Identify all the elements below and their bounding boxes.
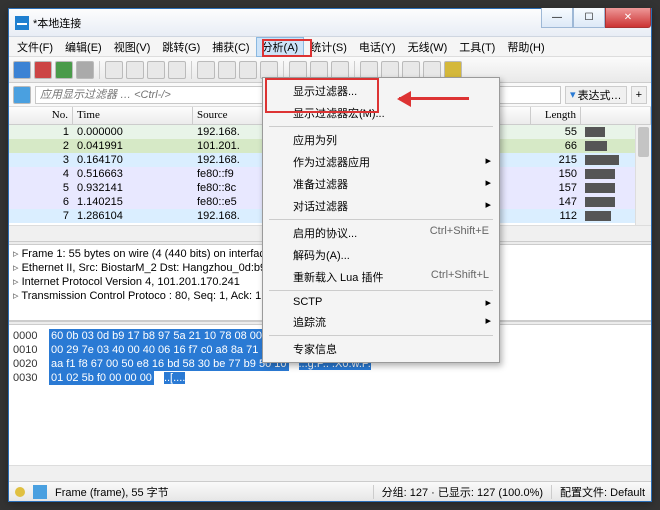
reload-icon[interactable] xyxy=(168,61,186,79)
menu-item[interactable]: 对话过滤器 xyxy=(265,195,497,217)
open-icon[interactable] xyxy=(105,61,123,79)
menubar: 文件(F)编辑(E)视图(V)跳转(G)捕获(C)分析(A)统计(S)电话(Y)… xyxy=(9,37,651,57)
status-frame-text: Frame (frame), 55 字节 xyxy=(55,484,169,500)
toolbar-separator xyxy=(191,61,192,79)
menu-H[interactable]: 帮助(H) xyxy=(501,37,550,57)
menu-V[interactable]: 视图(V) xyxy=(108,37,157,57)
toolbar-separator xyxy=(354,61,355,79)
scrollbar-horizontal[interactable] xyxy=(9,465,651,481)
add-filter-button[interactable]: + xyxy=(631,86,647,104)
toolbar-separator xyxy=(99,61,100,79)
menu-item[interactable]: 专家信息 xyxy=(265,338,497,360)
menu-C[interactable]: 捕获(C) xyxy=(206,37,255,57)
menu-item[interactable]: SCTP xyxy=(265,293,497,311)
first-icon[interactable] xyxy=(289,61,307,79)
normal-size-icon[interactable] xyxy=(423,61,441,79)
menu-S[interactable]: 统计(S) xyxy=(304,37,353,57)
colorize-icon[interactable] xyxy=(360,61,378,79)
menu-item[interactable]: 解码为(A)... xyxy=(265,244,497,266)
close-file-icon[interactable] xyxy=(147,61,165,79)
scrollbar-vertical[interactable] xyxy=(635,125,651,225)
capture-file-icon[interactable] xyxy=(33,485,47,499)
find-icon[interactable] xyxy=(197,61,215,79)
menu-W[interactable]: 无线(W) xyxy=(402,37,454,57)
resize-columns-icon[interactable] xyxy=(444,61,462,79)
analyze-menu-dropdown: 显示过滤器...显示过滤器宏(M)... 应用为列作为过滤器应用准备过滤器对话过滤… xyxy=(262,77,500,363)
col-length[interactable]: Length xyxy=(531,107,581,124)
menu-item[interactable]: 显示过滤器宏(M)... xyxy=(265,102,497,124)
close-button[interactable]: ✕ xyxy=(605,8,651,28)
col-no[interactable]: No. xyxy=(9,107,73,124)
menu-item[interactable]: 追踪流 xyxy=(265,311,497,333)
expression-button[interactable]: ▾表达式… xyxy=(565,86,627,104)
menu-F[interactable]: 文件(F) xyxy=(11,37,59,57)
menu-separator xyxy=(269,335,493,336)
maximize-button[interactable]: ☐ xyxy=(573,8,605,28)
save-icon[interactable] xyxy=(126,61,144,79)
col-time[interactable]: Time xyxy=(73,107,193,124)
menu-separator xyxy=(269,126,493,127)
next-icon[interactable] xyxy=(239,61,257,79)
menu-E[interactable]: 编辑(E) xyxy=(59,37,108,57)
status-profile-text: 配置文件: Default xyxy=(560,484,645,500)
menu-T[interactable]: 工具(T) xyxy=(453,37,501,57)
expert-info-icon[interactable] xyxy=(15,487,25,497)
zoom-out-icon[interactable] xyxy=(402,61,420,79)
menu-A[interactable]: 分析(A) xyxy=(256,37,305,57)
goto-icon[interactable] xyxy=(260,61,278,79)
menu-Y[interactable]: 电话(Y) xyxy=(353,37,402,57)
scrollbar-thumb[interactable] xyxy=(638,127,649,157)
menu-item[interactable]: 启用的协议...Ctrl+Shift+E xyxy=(265,222,497,244)
menu-item[interactable]: 应用为列 xyxy=(265,129,497,151)
minimize-button[interactable]: — xyxy=(541,8,573,28)
status-packets-text: 分组: 127 · 已显示: 127 (100.0%) xyxy=(382,484,543,500)
menu-item[interactable]: 作为过滤器应用 xyxy=(265,151,497,173)
menu-item[interactable]: 准备过滤器 xyxy=(265,173,497,195)
app-icon xyxy=(15,16,29,30)
bookmark-icon[interactable] xyxy=(13,86,31,104)
prev-icon[interactable] xyxy=(218,61,236,79)
titlebar[interactable]: *本地连接 — ☐ ✕ xyxy=(9,9,651,37)
hex-row[interactable]: 003001 02 5b f0 00 00 00..[.... xyxy=(13,371,647,385)
menu-separator xyxy=(269,290,493,291)
autoscroll-icon[interactable] xyxy=(331,61,349,79)
menu-separator xyxy=(269,219,493,220)
window-title: *本地连接 xyxy=(33,15,541,31)
options-icon[interactable] xyxy=(76,61,94,79)
start-capture-icon[interactable] xyxy=(13,61,31,79)
restart-capture-icon[interactable] xyxy=(55,61,73,79)
stop-capture-icon[interactable] xyxy=(34,61,52,79)
last-icon[interactable] xyxy=(310,61,328,79)
zoom-in-icon[interactable] xyxy=(381,61,399,79)
statusbar: Frame (frame), 55 字节 分组: 127 · 已显示: 127 … xyxy=(9,481,651,501)
toolbar-separator xyxy=(283,61,284,79)
menu-item[interactable]: 重新载入 Lua 插件Ctrl+Shift+L xyxy=(265,266,497,288)
menu-G[interactable]: 跳转(G) xyxy=(156,37,206,57)
menu-item[interactable]: 显示过滤器... xyxy=(265,80,497,102)
